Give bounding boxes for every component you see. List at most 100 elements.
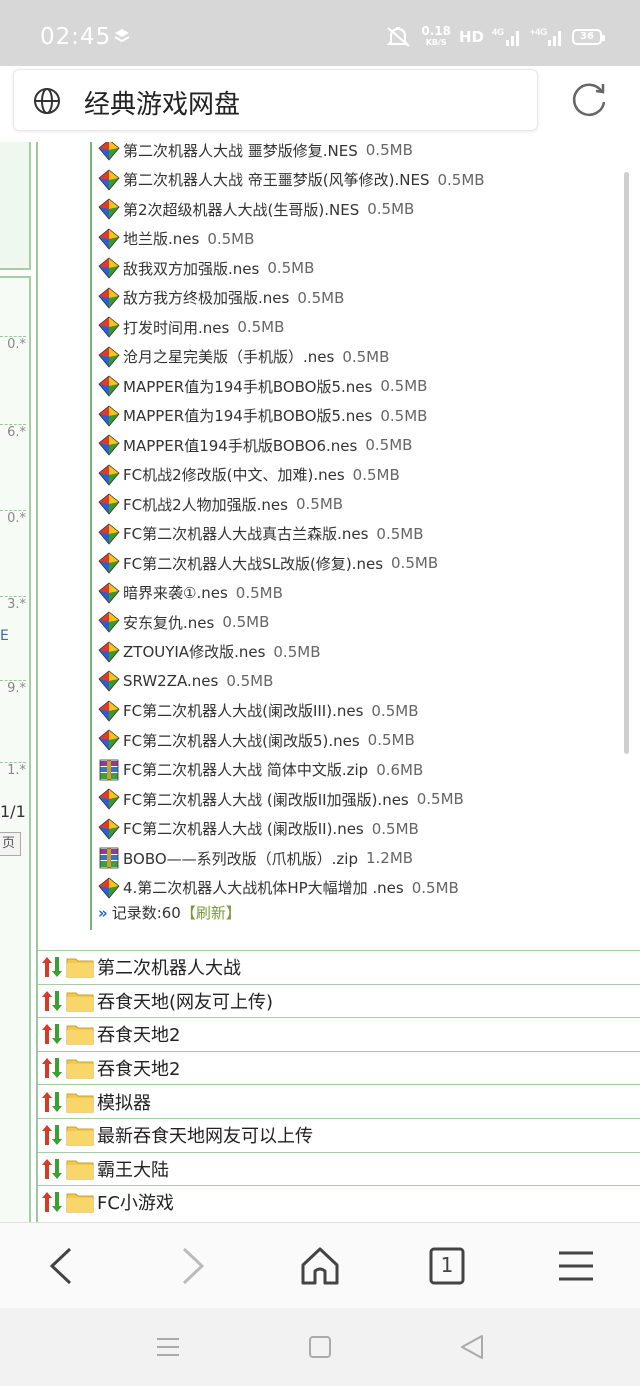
folder-name[interactable]: 模拟器	[97, 1089, 151, 1115]
file-list-item[interactable]: MAPPER值为194手机BOBO版5.nes 0.5MB	[98, 372, 427, 400]
folder-name[interactable]: 最新吞食天地网友可以上传	[97, 1122, 313, 1148]
folder-icon	[66, 1025, 94, 1045]
file-name[interactable]: FC第二次机器人大战真古兰森版.nes	[123, 523, 368, 544]
file-name[interactable]: MAPPER值194手机版BOBO6.nes	[123, 435, 357, 456]
file-name[interactable]: FC第二次机器人大战 (阑改版II加强版).nes	[123, 789, 409, 810]
file-name[interactable]: 打发时间用.nes	[123, 317, 229, 338]
folder-name[interactable]: 第二次机器人大战	[97, 954, 241, 980]
file-list-item[interactable]: BOBO——系列改版（爪机版）.zip 1.2MB	[98, 844, 413, 872]
hd-label: HD	[458, 28, 484, 46]
file-list-item[interactable]: 安东复仇.nes 0.5MB	[98, 608, 269, 636]
file-list-item[interactable]: FC第二次机器人大战(阑改版III).nes 0.5MB	[98, 697, 419, 725]
refresh-link[interactable]: 【刷新】	[181, 902, 241, 923]
home-icon[interactable]	[297, 1243, 343, 1289]
folder-name[interactable]: 吞食天地2	[97, 1021, 180, 1047]
left-panel-value: 9.*	[0, 680, 26, 696]
file-list-item[interactable]: FC第二次机器人大战 (阑改版II).nes 0.5MB	[98, 815, 419, 843]
file-list-item[interactable]: MAPPER值194手机版BOBO6.nes 0.5MB	[98, 431, 412, 459]
file-list-item[interactable]: 敌方我方终极加强版.nes 0.5MB	[98, 284, 344, 312]
file-list-item[interactable]: 暗界来袭①.nes 0.5MB	[98, 579, 283, 607]
sort-arrows-icon[interactable]	[40, 1157, 64, 1181]
file-list-item[interactable]: ZTOUYIA修改版.nes 0.5MB	[98, 638, 320, 666]
folder-name[interactable]: 霸王大陆	[97, 1156, 169, 1182]
page-title: 经典游戏网盘	[84, 90, 241, 120]
recent-apps-icon[interactable]	[153, 1332, 183, 1362]
file-list-item[interactable]: 4.第二次机器人大战机体HP大幅增加 .nes 0.5MB	[98, 874, 459, 902]
menu-icon[interactable]	[553, 1243, 599, 1289]
file-list-item[interactable]: 沧月之星完美版（手机版）.nes 0.5MB	[98, 343, 389, 371]
sort-arrows-icon[interactable]	[40, 1022, 64, 1046]
file-name[interactable]: 4.第二次机器人大战机体HP大幅增加 .nes	[123, 877, 404, 898]
folder-item[interactable]: 霸王大陆	[38, 1151, 640, 1186]
sort-arrows-icon[interactable]	[40, 1123, 64, 1147]
file-size: 0.5MB	[391, 554, 439, 572]
file-name[interactable]: FC第二次机器人大战(阑改版5).nes	[123, 730, 360, 751]
file-list-item[interactable]: 第二次机器人大战 噩梦版修复.NES 0.5MB	[98, 142, 413, 164]
file-list-item[interactable]: FC第二次机器人大战(阑改版5).nes 0.5MB	[98, 726, 415, 754]
scrollbar[interactable]	[624, 172, 629, 754]
file-name[interactable]: 敌我双方加强版.nes	[123, 258, 259, 279]
file-name[interactable]: FC第二次机器人大战SL改版(修复).nes	[123, 553, 383, 574]
forward-icon[interactable]	[168, 1243, 214, 1289]
file-list-item[interactable]: 地兰版.nes 0.5MB	[98, 225, 254, 253]
home-button-icon[interactable]	[305, 1332, 335, 1362]
folder-name[interactable]: 吞食天地2	[97, 1055, 180, 1081]
folder-name[interactable]: FC小游戏	[97, 1189, 174, 1215]
folder-item[interactable]: 最新吞食天地网友可以上传	[38, 1117, 640, 1152]
folder-item[interactable]: FC小游戏	[38, 1185, 640, 1219]
file-name[interactable]: FC机战2修改版(中文、加难).nes	[123, 464, 345, 485]
tabs-button[interactable]: 1	[424, 1243, 470, 1289]
file-name[interactable]: 第2次超级机器人大战(生哥版).NES	[123, 199, 359, 220]
file-list-item[interactable]: FC第二次机器人大战 简体中文版.zip 0.6MB	[98, 756, 423, 784]
status-bar: 02:45 0.18 KB/S HD 4G +4G 36	[0, 0, 640, 66]
left-panel-page-button[interactable]: 页	[0, 832, 21, 856]
folder-icon	[66, 1160, 94, 1180]
file-name[interactable]: ZTOUYIA修改版.nes	[123, 641, 265, 662]
file-name[interactable]: BOBO——系列改版（爪机版）.zip	[123, 848, 358, 869]
file-list-item[interactable]: 敌我双方加强版.nes 0.5MB	[98, 254, 314, 282]
file-list-item[interactable]: MAPPER值为194手机BOBO版5.nes 0.5MB	[98, 402, 427, 430]
url-field[interactable]: 经典游戏网盘	[13, 69, 538, 131]
folder-item[interactable]: 吞食天地2	[38, 1050, 640, 1085]
file-list-item[interactable]: FC第二次机器人大战 (阑改版II加强版).nes 0.5MB	[98, 785, 464, 813]
back-icon[interactable]	[40, 1243, 86, 1289]
sort-arrows-icon[interactable]	[40, 1090, 64, 1114]
file-name[interactable]: 第二次机器人大战 噩梦版修复.NES	[123, 142, 358, 161]
left-panel-link[interactable]: E	[0, 628, 9, 644]
file-name[interactable]: MAPPER值为194手机BOBO版5.nes	[123, 405, 372, 426]
file-name[interactable]: 敌方我方终极加强版.nes	[123, 287, 289, 308]
file-list-item[interactable]: FC第二次机器人大战真古兰森版.nes 0.5MB	[98, 520, 424, 548]
file-name[interactable]: 地兰版.nes	[123, 228, 199, 249]
sort-arrows-icon[interactable]	[40, 989, 64, 1013]
file-name[interactable]: 沧月之星完美版（手机版）.nes	[123, 346, 334, 367]
file-list-item[interactable]: SRW2ZA.nes 0.5MB	[98, 667, 273, 695]
nes-file-icon	[98, 286, 120, 309]
file-name[interactable]: 暗界来袭①.nes	[123, 582, 228, 603]
folder-name[interactable]: 吞食天地(网友可上传)	[97, 988, 273, 1014]
file-list-item[interactable]: FC第二次机器人大战SL改版(修复).nes 0.5MB	[98, 549, 438, 577]
file-list-item[interactable]: 第2次超级机器人大战(生哥版).NES 0.5MB	[98, 195, 414, 223]
folder-item[interactable]: 吞食天地2	[38, 1017, 640, 1051]
folder-item[interactable]: 吞食天地(网友可上传)	[38, 983, 640, 1018]
file-name[interactable]: SRW2ZA.nes	[123, 672, 218, 690]
file-list-item[interactable]: 第二次机器人大战 帝王噩梦版(风筝修改).NES 0.5MB	[98, 166, 485, 194]
sort-arrows-icon[interactable]	[40, 1190, 64, 1214]
file-name[interactable]: MAPPER值为194手机BOBO版5.nes	[123, 376, 372, 397]
file-list-item[interactable]: FC机战2修改版(中文、加难).nes 0.5MB	[98, 461, 400, 489]
file-list-item[interactable]: 打发时间用.nes 0.5MB	[98, 313, 284, 341]
folder-item[interactable]: 模拟器	[38, 1084, 640, 1118]
file-name[interactable]: FC第二次机器人大战 (阑改版II).nes	[123, 818, 364, 839]
sort-arrows-icon[interactable]	[40, 955, 64, 979]
file-name[interactable]: FC第二次机器人大战(阑改版III).nes	[123, 700, 363, 721]
file-name[interactable]: FC第二次机器人大战 简体中文版.zip	[123, 759, 368, 780]
file-name[interactable]: 安东复仇.nes	[123, 612, 214, 633]
file-list-item[interactable]: FC机战2人物加强版.nes 0.5MB	[98, 490, 343, 518]
file-name[interactable]: 第二次机器人大战 帝王噩梦版(风筝修改).NES	[123, 169, 429, 190]
reload-icon[interactable]	[568, 80, 610, 122]
sort-arrows-icon[interactable]	[40, 1056, 64, 1080]
record-count-label: 记录数:60	[111, 904, 181, 922]
back-button-icon[interactable]	[457, 1332, 487, 1362]
folder-item[interactable]: 第二次机器人大战	[38, 950, 640, 984]
file-name[interactable]: FC机战2人物加强版.nes	[123, 494, 288, 515]
file-size: 0.5MB	[267, 259, 315, 277]
